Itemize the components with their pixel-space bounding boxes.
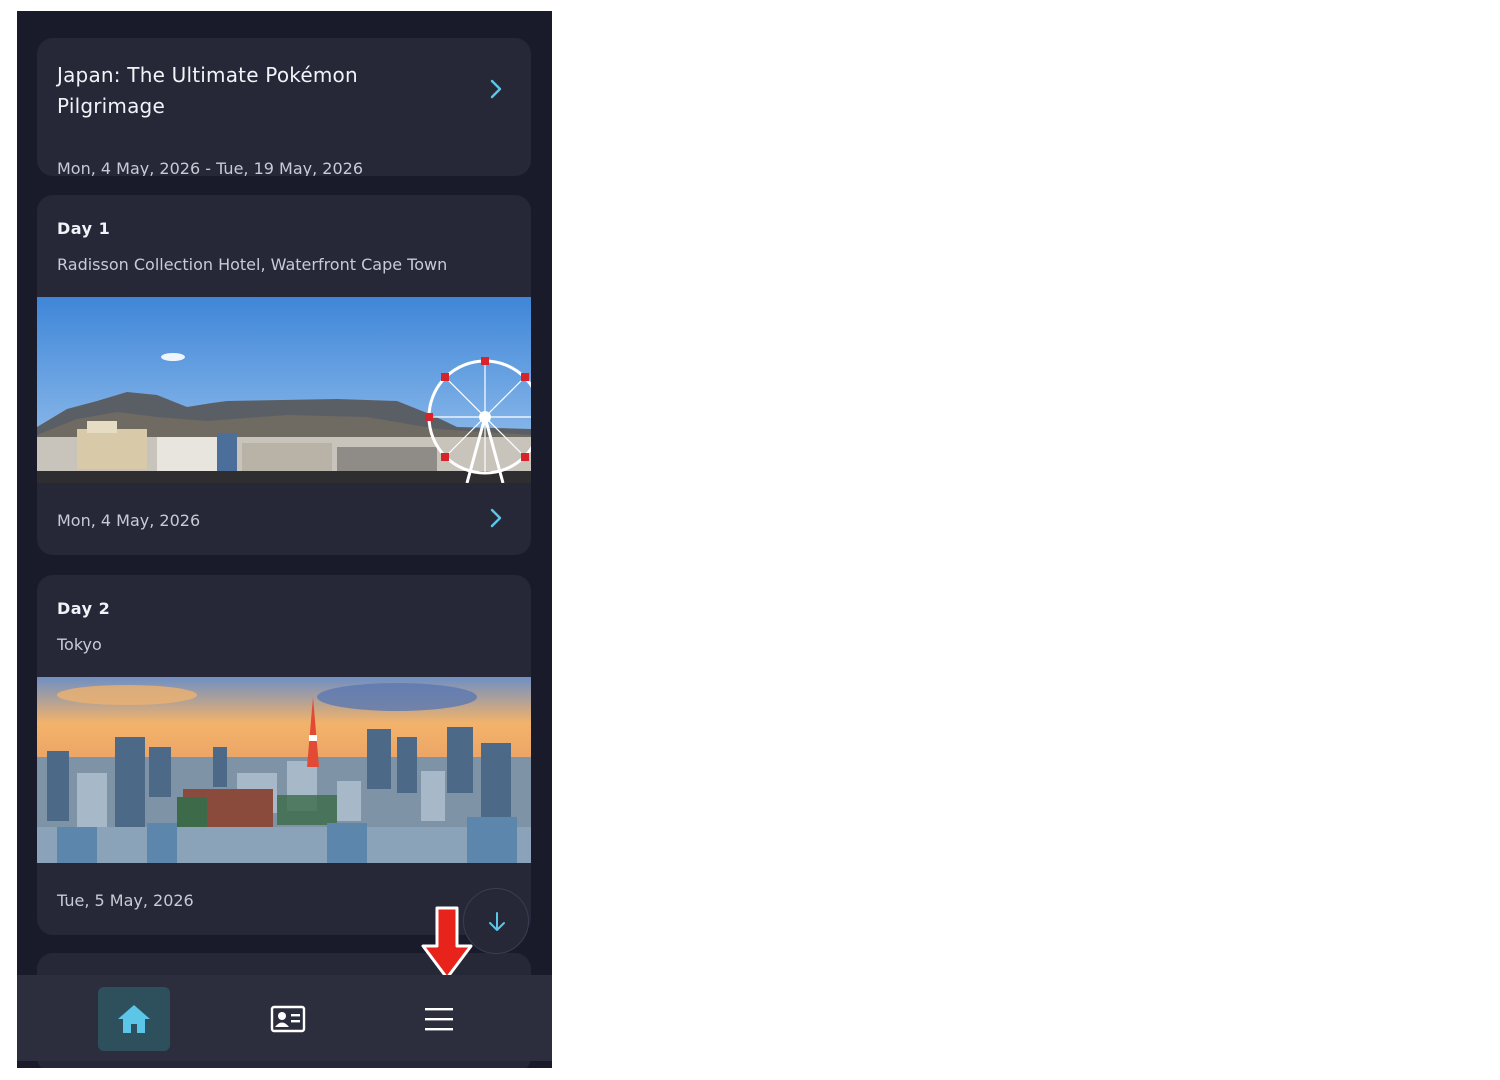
nav-profile-button[interactable]: [252, 987, 324, 1051]
nav-home-button[interactable]: [98, 987, 170, 1051]
trip-title: Japan: The Ultimate Pokémon Pilgrimage: [57, 63, 358, 118]
trip-summary-card[interactable]: Japan: The Ultimate Pokémon Pilgrimage M…: [37, 38, 531, 176]
day-image-tokyo: [37, 677, 531, 863]
day-image-cape-town: [37, 297, 531, 483]
bottom-navigation: [17, 975, 552, 1061]
day-card-2[interactable]: Day 2 Tokyo Tue, 5 May, 2026: [37, 575, 531, 935]
chevron-right-icon[interactable]: [485, 78, 507, 100]
day-location: Tokyo: [57, 635, 102, 654]
trip-dates: Mon, 4 May, 2026 - Tue, 19 May, 2026: [57, 159, 363, 176]
day-label: Day 1: [57, 219, 111, 238]
arrow-down-icon: [489, 912, 505, 931]
day-card-1[interactable]: Day 1 Radisson Collection Hotel, Waterfr…: [37, 195, 531, 555]
nav-menu-button[interactable]: [403, 987, 475, 1051]
hamburger-menu-icon: [425, 1008, 453, 1031]
annotation-arrow-icon: [421, 906, 473, 980]
day-date: Tue, 5 May, 2026: [57, 891, 194, 910]
chevron-right-icon[interactable]: [485, 507, 507, 529]
app-screen: Japan: The Ultimate Pokémon Pilgrimage M…: [17, 11, 552, 1068]
day-location: Radisson Collection Hotel, Waterfront Ca…: [57, 255, 448, 274]
home-icon: [118, 1005, 150, 1033]
id-card-icon: [270, 1005, 306, 1033]
day-date: Mon, 4 May, 2026: [57, 511, 201, 530]
day-label: Day 2: [57, 599, 111, 618]
